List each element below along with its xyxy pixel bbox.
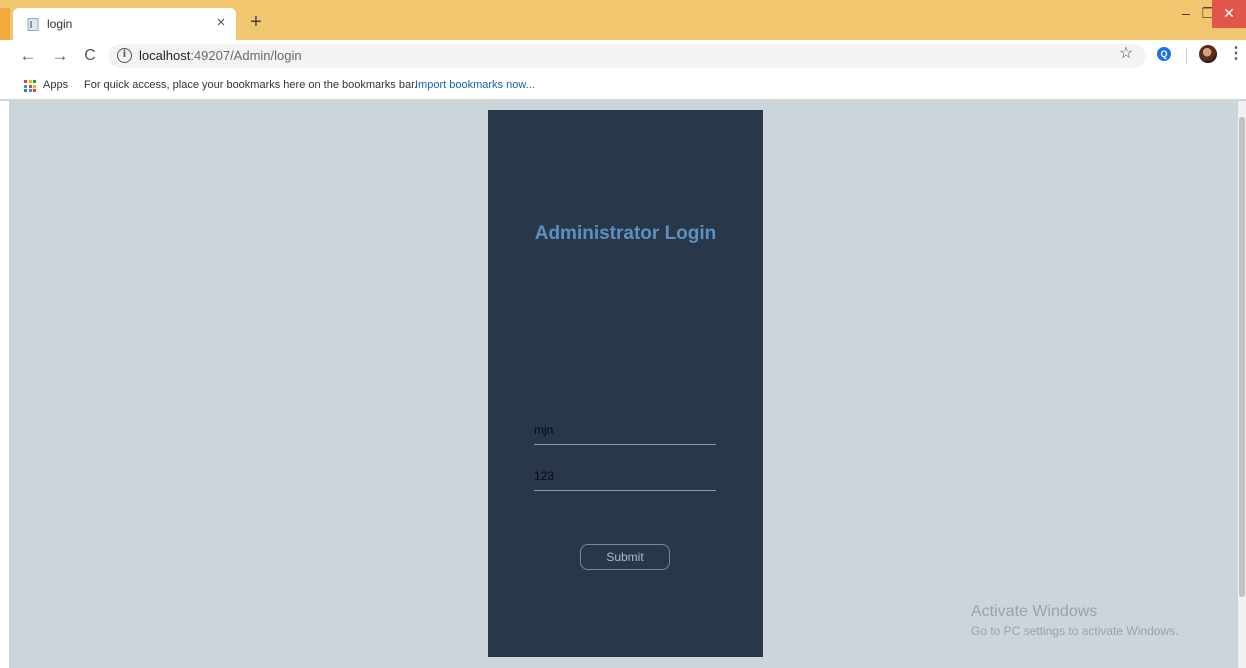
browser-toolbar: ← → C i localhost:49207/Admin/login — [0, 40, 1246, 72]
apps-link[interactable]: Apps — [43, 79, 68, 91]
login-title: Administrator Login — [534, 223, 717, 244]
bookmarks-bar: Apps For quick access, place your bookma… — [0, 72, 1246, 100]
forward-arrow-icon[interactable]: → — [50, 46, 70, 66]
submit-button[interactable]: Submit — [580, 544, 670, 570]
url-path: :49207/Admin/login — [190, 48, 302, 63]
login-panel: Administrator Login Submit — [488, 110, 763, 657]
back-arrow-icon[interactable]: ← — [18, 46, 38, 66]
tab-title: login — [47, 17, 73, 31]
extension-icon[interactable]: Q — [1157, 47, 1171, 61]
password-input[interactable] — [534, 461, 716, 491]
reload-icon[interactable]: C — [80, 46, 100, 66]
url-text: localhost:49207/Admin/login — [139, 48, 302, 63]
tab-close-icon[interactable]: × — [212, 14, 230, 32]
apps-grid-icon[interactable] — [24, 80, 36, 92]
browser-title-bar: login × + – ❐ ✕ — [0, 0, 1246, 40]
url-host: localhost — [139, 48, 191, 63]
import-bookmarks-link[interactable]: Import bookmarks now... — [415, 79, 535, 91]
window-edge — [0, 8, 10, 40]
vertical-scrollbar[interactable] — [1238, 101, 1246, 668]
page-icon — [27, 18, 39, 31]
bookmark-star-icon[interactable]: ☆ — [1116, 44, 1136, 64]
new-tab-icon[interactable]: + — [245, 12, 267, 34]
window-close-button[interactable]: ✕ — [1212, 0, 1246, 28]
watermark-subtitle: Go to PC settings to activate Windows. — [971, 624, 1179, 638]
activate-windows-watermark: Activate Windows Go to PC settings to ac… — [971, 603, 1178, 638]
page-viewport: Administrator Login Submit Activate Wind… — [0, 101, 1246, 668]
tab-login[interactable]: login × — [13, 8, 236, 40]
watermark-title: Activate Windows — [971, 603, 1098, 620]
scrollbar-thumb[interactable] — [1239, 117, 1245, 597]
site-info-icon[interactable]: i — [117, 48, 132, 63]
toolbar-divider — [1186, 48, 1187, 64]
bookmarks-hint: For quick access, place your bookmarks h… — [84, 79, 418, 91]
viewport-left-edge — [0, 101, 9, 668]
username-input[interactable] — [534, 415, 716, 445]
profile-avatar[interactable] — [1199, 45, 1217, 63]
address-bar[interactable]: i localhost:49207/Admin/login — [108, 44, 1146, 68]
menu-icon[interactable]: ⋮ — [1228, 45, 1244, 63]
